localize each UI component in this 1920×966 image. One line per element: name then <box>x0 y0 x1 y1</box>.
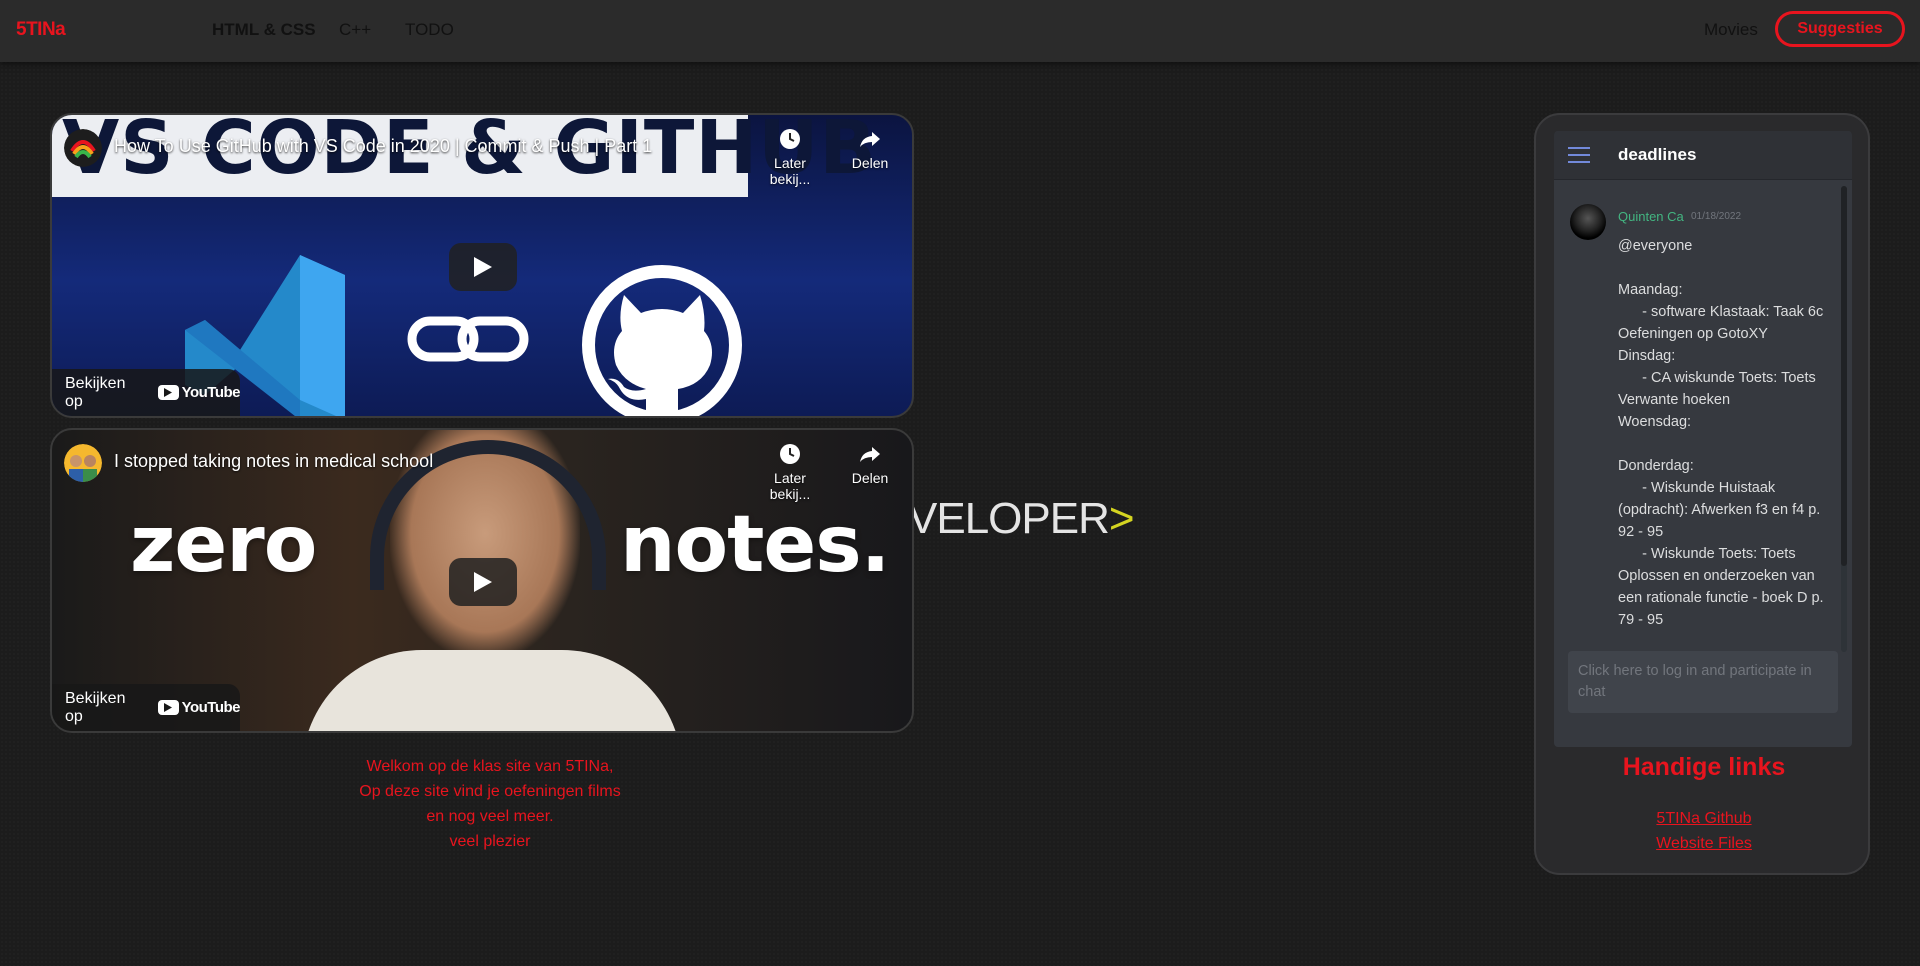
share-arrow-icon <box>860 447 880 462</box>
widget-header: deadlines <box>1554 131 1852 179</box>
watch-later-button[interactable]: Later bekij... <box>752 127 828 187</box>
share-button[interactable]: Delen <box>832 127 908 171</box>
scrollbar-thumb[interactable] <box>1841 186 1847 566</box>
watch-on-label: Bekijken op <box>65 374 126 410</box>
hamburger-menu-icon[interactable] <box>1568 147 1590 168</box>
play-icon <box>474 257 492 277</box>
share-arrow-icon <box>860 132 880 147</box>
nav-link-todo[interactable]: TODO <box>405 20 454 40</box>
link-website-files[interactable]: Website Files <box>1536 835 1872 853</box>
watch-on-youtube-button[interactable]: Bekijken op YouTube <box>52 369 241 416</box>
navbar: 5TINa HTML & CSS C++ TODO Movies Suggest… <box>0 0 1920 62</box>
video-title[interactable]: How To Use GitHub with VS Code in 2020 |… <box>114 136 652 157</box>
developer-text: VELOPER <box>908 494 1110 543</box>
thumbnail-word-notes: notes. <box>620 500 890 590</box>
sidebar-panel: deadlines Quinten Ca 01/18/2022 @everyon… <box>1534 113 1870 875</box>
share-label: Delen <box>851 470 889 486</box>
video-title[interactable]: I stopped taking notes in medical school <box>114 451 433 472</box>
welcome-line: Welkom op de klas site van 5TINa, <box>366 758 614 775</box>
welcome-line: en nog veel meer. <box>426 808 554 825</box>
youtube-play-icon <box>157 700 179 715</box>
brand-logo[interactable]: 5TINa <box>16 19 66 41</box>
message-date: 01/18/2022 <box>1691 211 1742 222</box>
channel-avatar[interactable] <box>64 444 102 482</box>
watch-on-youtube-button[interactable]: Bekijken op YouTube <box>52 684 241 731</box>
thumbnail-word-zero: zero <box>130 500 317 590</box>
channel-name: deadlines <box>1618 145 1697 164</box>
handige-links-title: Handige links <box>1622 753 1786 781</box>
clock-icon <box>780 129 800 149</box>
link-chain-icon <box>407 316 529 362</box>
youtube-wordmark: YouTube <box>181 384 241 401</box>
thumbnail-shirt <box>302 650 682 731</box>
youtube-logo: YouTube <box>157 384 241 401</box>
suggesties-button[interactable]: Suggesties <box>1775 11 1905 47</box>
play-icon <box>474 572 492 592</box>
youtube-embed-github-vscode[interactable]: VS CODE & GITHUB How To Use GitHub with … <box>50 113 914 418</box>
play-button[interactable] <box>449 243 517 291</box>
developer-suffix: > <box>1108 494 1135 543</box>
discord-widget: deadlines Quinten Ca 01/18/2022 @everyon… <box>1554 131 1852 747</box>
channel-avatar[interactable] <box>64 129 102 167</box>
chat-login-input[interactable]: Click here to log in and participate in … <box>1568 651 1838 713</box>
youtube-logo: YouTube <box>157 699 241 716</box>
play-button[interactable] <box>449 558 517 606</box>
message-body: @everyone Maandag: - software Klastaak: … <box>1618 238 1824 672</box>
user-avatar[interactable] <box>1570 204 1606 240</box>
watch-later-label: Later bekij... <box>769 470 811 502</box>
welcome-text: Welkom op de klas site van 5TINa, Op dez… <box>290 754 690 854</box>
watch-later-button[interactable]: Later bekij... <box>752 442 828 502</box>
watch-on-label: Bekijken op <box>65 689 126 725</box>
welcome-line: Op deze site vind je oefeningen films <box>359 783 621 800</box>
clock-icon <box>780 444 800 464</box>
youtube-embed-notes[interactable]: zero notes. I stopped taking notes in me… <box>50 428 914 733</box>
youtube-wordmark: YouTube <box>181 699 241 716</box>
welcome-line: veel plezier <box>449 833 531 850</box>
watch-later-label: Later bekij... <box>769 155 811 187</box>
nav-link-cpp[interactable]: C++ <box>339 20 371 40</box>
github-octocat-icon <box>608 295 712 415</box>
developer-background-text: VELOPER> <box>908 494 1135 544</box>
nav-link-movies[interactable]: Movies <box>1704 20 1758 40</box>
link-5tina-github[interactable]: 5TINa Github <box>1536 810 1872 828</box>
youtube-play-icon <box>157 385 179 400</box>
share-label: Delen <box>851 155 889 171</box>
share-button[interactable]: Delen <box>832 442 908 486</box>
message-author[interactable]: Quinten Ca <box>1618 209 1684 224</box>
nav-link-html-css[interactable]: HTML & CSS <box>212 20 316 40</box>
